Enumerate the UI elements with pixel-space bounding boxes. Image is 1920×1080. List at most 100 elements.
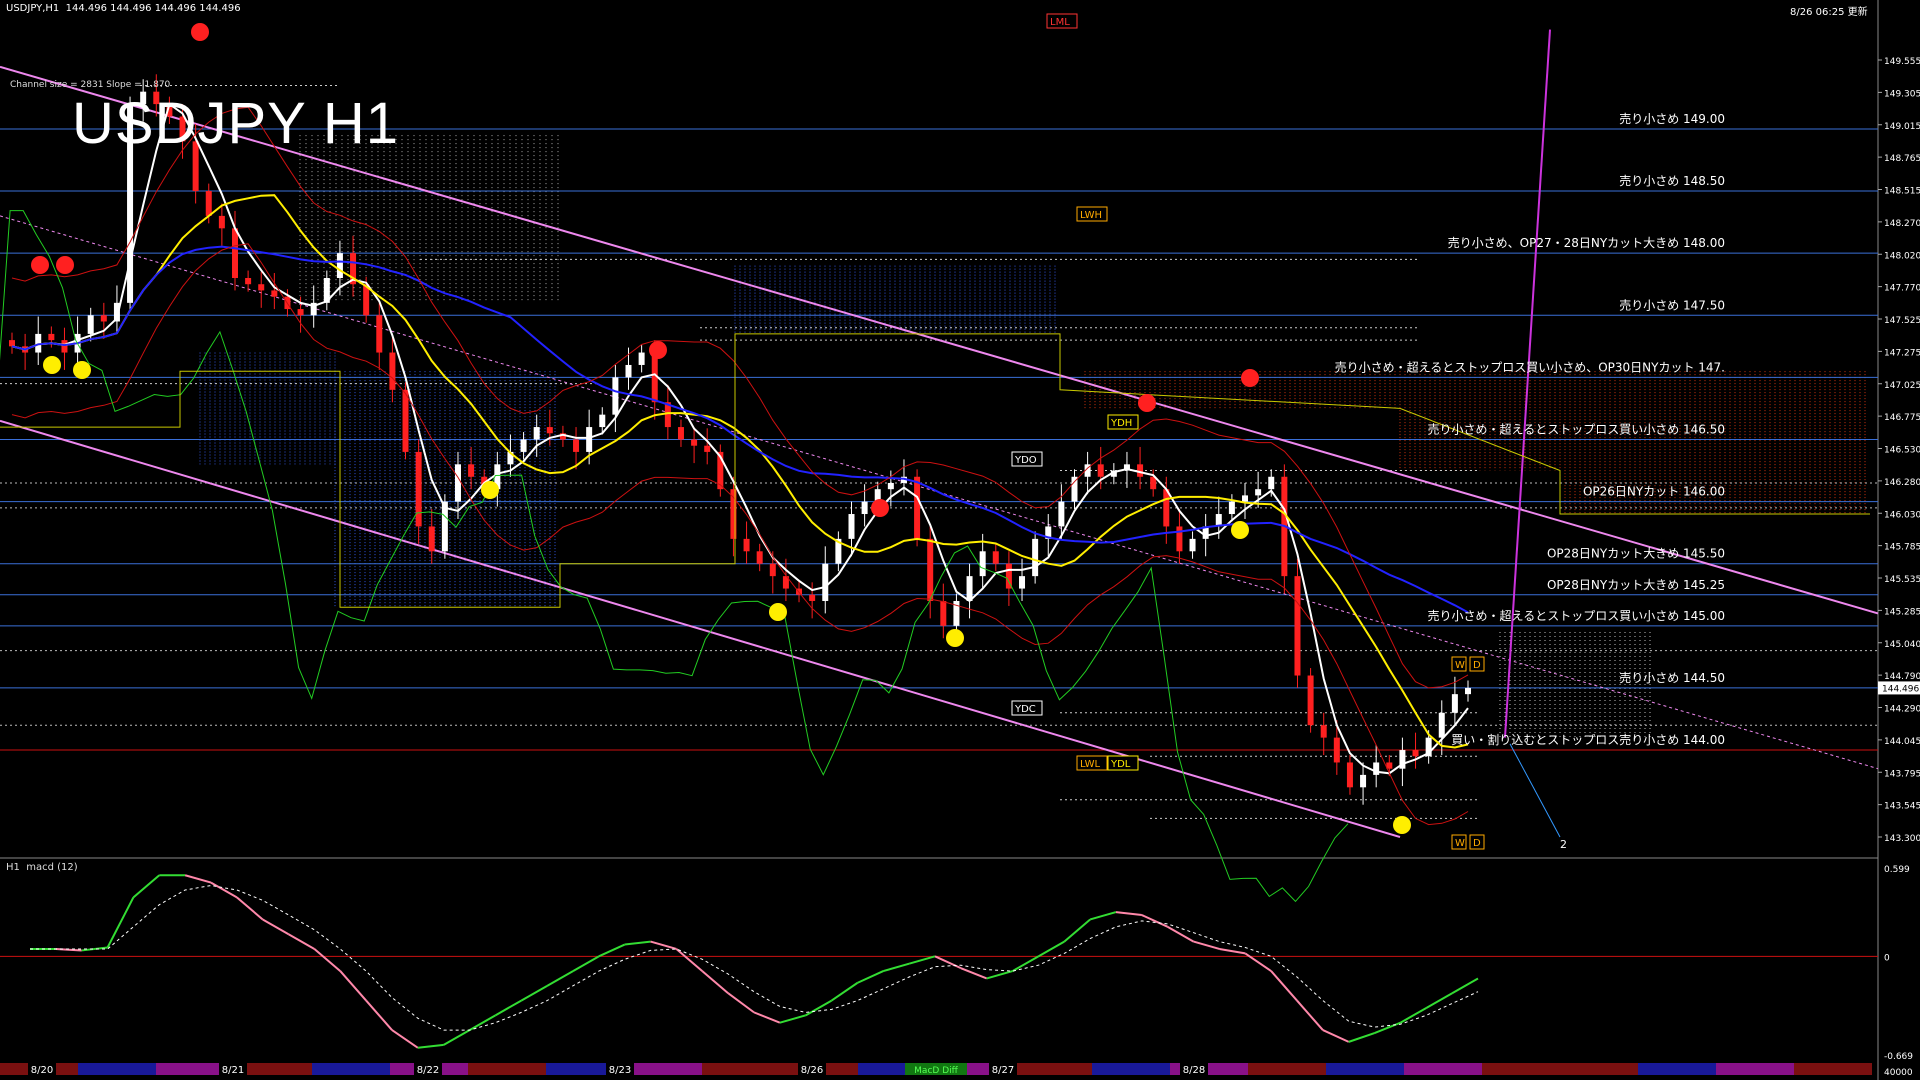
candle-body [1255, 489, 1262, 496]
price-axis-label: 143.795 [1884, 769, 1920, 779]
candle-body [730, 489, 737, 539]
candle-body [258, 284, 265, 291]
candle-body [677, 427, 684, 440]
candle-body [1228, 501, 1235, 515]
candle-body [927, 538, 934, 601]
price-axis-label: 148.765 [1884, 154, 1920, 164]
tag-ydc: YDC [1014, 704, 1036, 715]
candle-body [1346, 762, 1353, 788]
candle-body [940, 600, 947, 626]
candle-body [415, 451, 422, 527]
candle-body [1071, 476, 1078, 502]
price-axis-label: 148.270 [1884, 219, 1920, 229]
candle-body [87, 315, 94, 334]
candle-body [218, 215, 225, 229]
candle-body [809, 594, 816, 601]
candle-body [1307, 675, 1314, 726]
candle-body [1189, 538, 1196, 552]
price-axis-label: 145.535 [1884, 575, 1920, 585]
annotation-text: 売り小さめ・超えるとストップロス買い小さめ、OP30日NYカット 147. [1335, 359, 1725, 374]
candle-body [533, 427, 540, 440]
fractal-high-marker [56, 256, 74, 274]
candle-body [48, 333, 55, 341]
price-axis-label: 146.030 [1884, 510, 1920, 520]
date-label: 8/20 [31, 1065, 53, 1076]
annotation-text: 売り小さめ、OP27・28日NYカット大きめ 148.00 [1448, 235, 1725, 250]
candle-body [1333, 737, 1340, 763]
candle-body [704, 445, 711, 452]
price-axis-label: 148.020 [1884, 251, 1920, 261]
candle-body [966, 576, 973, 601]
date-bar-segment [468, 1063, 546, 1075]
fractal-low-marker [43, 356, 61, 374]
date-label: 8/26 [801, 1065, 823, 1076]
annotation-text: OP28日NYカット大きめ 145.50 [1547, 547, 1725, 561]
annotation-text: 買い・割り込むとストップロス売り小さめ 144.00 [1451, 732, 1725, 747]
price-axis-label: 144.045 [1884, 737, 1920, 747]
date-bar-segment [1092, 1063, 1170, 1075]
tag-ydo: YDO [1014, 455, 1037, 466]
fractal-high-marker [31, 256, 49, 274]
price-axis-label: 147.025 [1884, 381, 1920, 391]
date-bar-segment [312, 1063, 390, 1075]
current-price-label: 144.496 [1882, 684, 1919, 694]
candle-body [1163, 489, 1170, 527]
candle-body [402, 389, 409, 452]
candle-body [520, 439, 527, 452]
candle-body [100, 315, 107, 322]
tag-ydh: YDH [1110, 418, 1132, 429]
candle-body [1058, 501, 1065, 527]
date-label: 8/27 [992, 1065, 1014, 1076]
price-axis-label: 149.305 [1884, 89, 1920, 99]
bottom-tag: MacD Diff [914, 1066, 958, 1076]
fractal-high-marker [1241, 369, 1259, 387]
date-bar-segment [1326, 1063, 1404, 1075]
candle-body [1438, 712, 1445, 738]
fractal-low-marker [769, 603, 787, 621]
update-timestamp: 8/26 06:25 更新 [1790, 7, 1868, 18]
fractal-low-marker [1393, 816, 1411, 834]
tag-lml: LML [1050, 17, 1070, 28]
candle-body [1242, 495, 1249, 502]
fractal-low-marker [481, 481, 499, 499]
fractal-low-marker [946, 629, 964, 647]
price-axis-label: 145.285 [1884, 607, 1920, 617]
fractal-high-marker [649, 341, 667, 359]
candle-body [914, 476, 921, 539]
candle-body [376, 315, 383, 353]
candle-body [586, 427, 593, 452]
price-axis-label: 146.530 [1884, 446, 1920, 456]
candle-body [822, 563, 829, 601]
date-bar-segment [1482, 1063, 1560, 1075]
price-axis-label: 147.770 [1884, 284, 1920, 294]
chart-background [0, 0, 1920, 1080]
price-axis-label: 146.775 [1884, 413, 1920, 423]
candle-body [756, 551, 763, 564]
symbol-info: USDJPY,H1 144.496 144.496 144.496 144.49… [6, 3, 241, 14]
fractal-high-marker [191, 23, 209, 41]
tag-lwl: LWL [1080, 759, 1101, 770]
price-axis-label: 145.785 [1884, 543, 1920, 553]
channel-info: Channel size = 2831 Slope = 1.870 [10, 80, 171, 90]
annotation-text: 売り小さめ・超えるとストップロス買い小さめ 146.50 [1428, 421, 1725, 436]
price-axis-label: 147.525 [1884, 316, 1920, 326]
candle-body [1019, 576, 1026, 589]
candle-body [546, 427, 553, 434]
annotation-text: 売り小さめ 149.00 [1619, 111, 1725, 126]
candle-body [1176, 526, 1183, 552]
candle-body [389, 352, 396, 390]
annotation-text: 売り小さめ 147.50 [1619, 297, 1725, 312]
date-bar-segment [1560, 1063, 1638, 1075]
price-axis-label: 144.790 [1884, 672, 1920, 682]
date-bar-segment [1014, 1063, 1092, 1075]
date-bar-segment [1638, 1063, 1716, 1075]
price-axis-label: 143.300 [1884, 834, 1920, 844]
date-label: 8/23 [609, 1065, 631, 1076]
date-bar-segment [1248, 1063, 1326, 1075]
fractal-high-marker [1138, 394, 1156, 412]
price-axis-label: 143.545 [1884, 802, 1920, 812]
price-axis-label: 146.280 [1884, 478, 1920, 488]
candle-body [1320, 725, 1327, 738]
candle-body [9, 340, 15, 347]
candle-body [1097, 464, 1104, 477]
